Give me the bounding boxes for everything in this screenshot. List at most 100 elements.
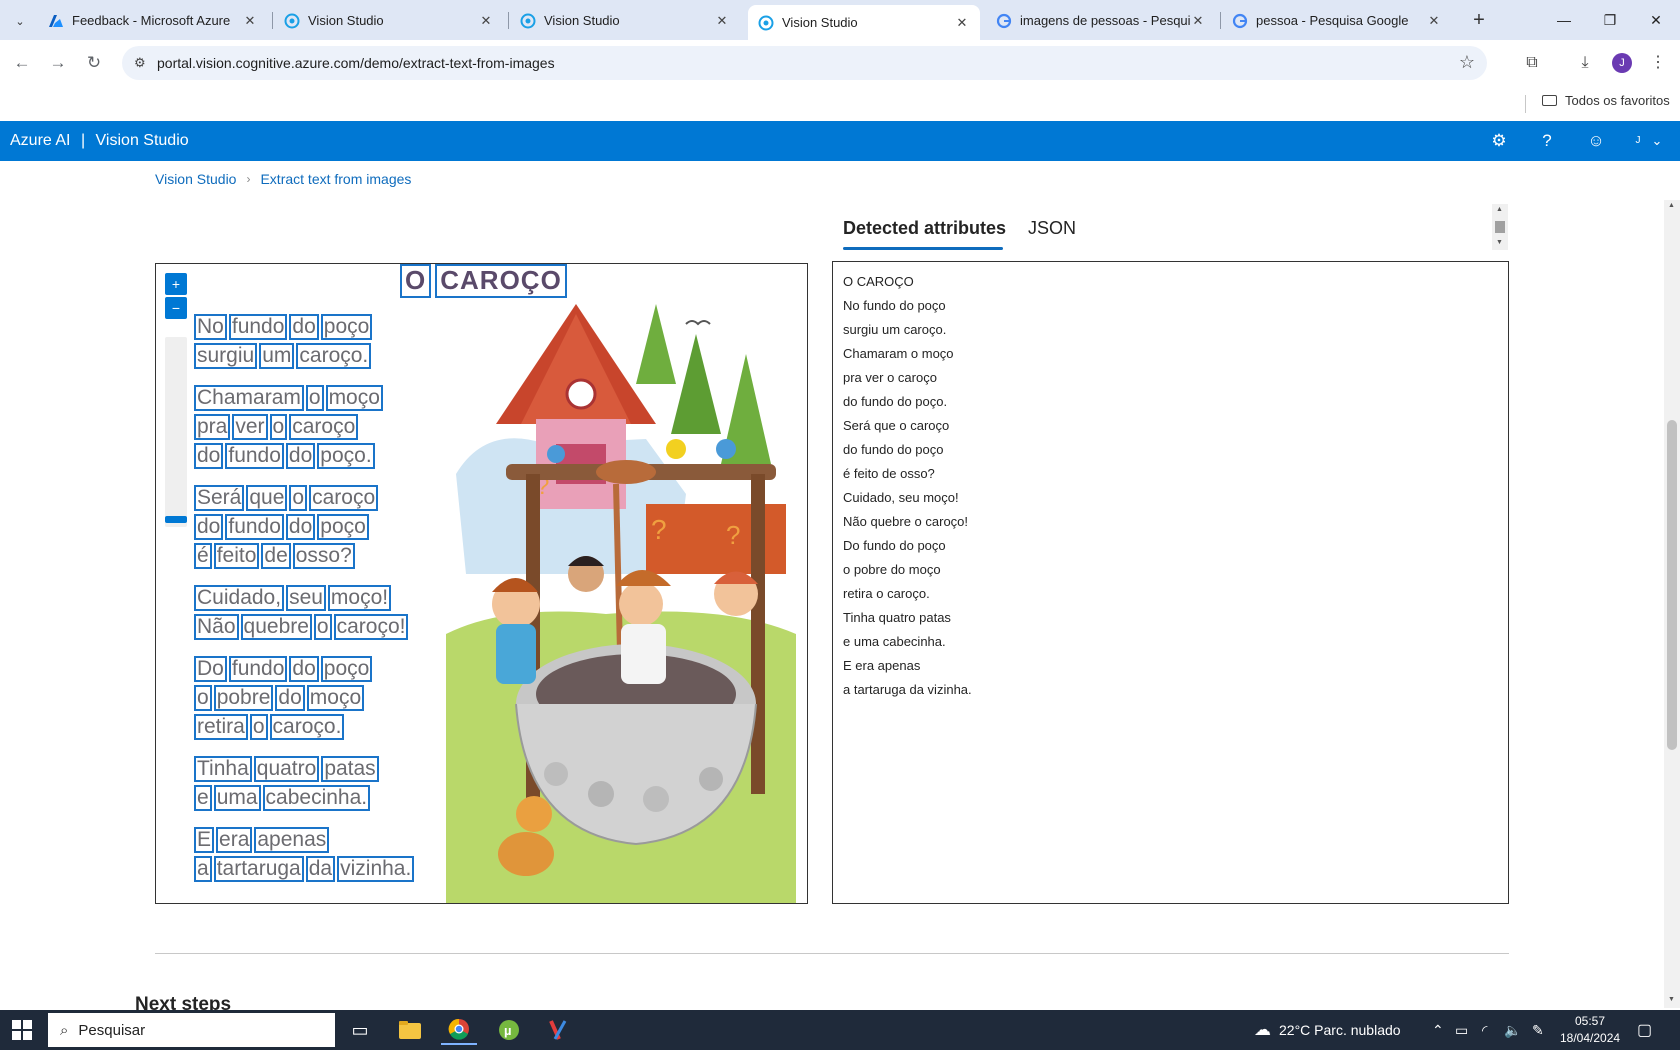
browser-tab-vision-active[interactable]: Vision Studio ✕ xyxy=(748,5,980,40)
ocr-word-box[interactable]: O xyxy=(400,264,432,298)
ocr-word-box[interactable]: apenas xyxy=(254,827,330,853)
extracted-text-line[interactable]: Chamaram o moço xyxy=(843,344,972,368)
browser-menu-icon[interactable]: ⋮ xyxy=(1646,51,1670,75)
volume-icon[interactable]: 🔈 xyxy=(1504,1010,1521,1050)
ocr-word-box[interactable]: Não xyxy=(194,614,239,640)
page-scroll-up-icon[interactable]: ▲ xyxy=(1668,202,1675,209)
scroll-up-arrow-icon[interactable]: ▲ xyxy=(1496,206,1503,213)
extracted-text-line[interactable]: Tinha quatro patas xyxy=(843,608,972,632)
browser-tab-imagens[interactable]: imagens de pessoas - Pesquisa ✕ xyxy=(986,5,1216,36)
settings-gear-icon[interactable]: ⚙ xyxy=(1488,130,1510,152)
ocr-word-box[interactable]: fundo xyxy=(228,656,288,682)
tab-search-chevron-icon[interactable]: ⌄ xyxy=(8,9,32,33)
ocr-word-box[interactable]: quatro xyxy=(253,756,320,782)
zoom-out-button[interactable]: − xyxy=(165,297,187,319)
extracted-text-line[interactable]: a tartaruga da vizinha. xyxy=(843,680,972,704)
ocr-word-box[interactable]: poço xyxy=(317,514,369,540)
ocr-word-box[interactable]: moço! xyxy=(327,585,392,611)
show-hidden-icons-chevron-icon[interactable]: ⌃ xyxy=(1432,1010,1444,1050)
extracted-text-line[interactable]: é feito de osso? xyxy=(843,464,972,488)
ocr-word-box[interactable]: vizinha. xyxy=(337,856,415,882)
ocr-word-box[interactable]: Será xyxy=(194,485,245,511)
extracted-text-line[interactable]: E era apenas xyxy=(843,656,972,680)
notification-icon[interactable]: ▢ xyxy=(1637,1020,1652,1040)
task-view-icon[interactable]: ▭ xyxy=(342,1015,378,1045)
battery-icon[interactable]: ▭ xyxy=(1455,1010,1468,1050)
ocr-word-box[interactable]: o xyxy=(249,714,268,740)
help-question-icon[interactable]: ? xyxy=(1536,130,1558,152)
page-scroll-down-icon[interactable]: ▼ xyxy=(1668,996,1675,1003)
close-tab-icon[interactable]: ✕ xyxy=(1426,13,1442,29)
app-brand[interactable]: Azure AI | Vision Studio xyxy=(10,132,189,150)
taskbar-search[interactable]: ⌕ Pesquisar xyxy=(48,1013,335,1047)
ocr-word-box[interactable]: fundo xyxy=(228,314,288,340)
profile-avatar[interactable]: J xyxy=(1612,53,1632,73)
bookmark-star-icon[interactable]: ☆ xyxy=(1459,52,1475,73)
ocr-word-box[interactable]: ver xyxy=(232,414,268,440)
ocr-word-box[interactable]: Cuidado, xyxy=(194,585,285,611)
ocr-word-box[interactable]: pra xyxy=(194,414,231,440)
extracted-text-line[interactable]: Não quebre o caroço! xyxy=(843,512,972,536)
tab-detected-attributes[interactable]: Detected attributes xyxy=(843,218,1006,239)
extracted-text-line[interactable]: retira o caroço. xyxy=(843,584,972,608)
breadcrumb-home-link[interactable]: Vision Studio xyxy=(155,171,236,187)
ocr-word-box[interactable]: retira xyxy=(194,714,248,740)
ocr-word-box[interactable]: feito xyxy=(213,543,260,569)
extracted-text-line[interactable]: o pobre do moço xyxy=(843,560,972,584)
new-tab-plus-icon[interactable]: + xyxy=(1466,8,1492,34)
ocr-word-box[interactable]: é xyxy=(194,543,212,569)
extracted-text-line[interactable]: do fundo do poço xyxy=(843,440,972,464)
ocr-word-box[interactable]: o xyxy=(289,485,308,511)
windows-start-icon[interactable] xyxy=(12,1020,32,1040)
ocr-word-box[interactable]: do xyxy=(275,685,305,711)
scroll-down-arrow-icon[interactable]: ▼ xyxy=(1496,239,1503,246)
ocr-word-box[interactable]: osso? xyxy=(292,543,355,569)
ocr-word-box[interactable]: caroço. xyxy=(296,343,372,369)
back-arrow-icon[interactable]: ← xyxy=(9,50,35,76)
page-scrollbar[interactable]: ▲ ▼ xyxy=(1664,200,1680,1008)
ocr-word-box[interactable]: Tinha xyxy=(194,756,252,782)
wifi-icon[interactable]: ◜ xyxy=(1482,1010,1487,1050)
ocr-word-box[interactable]: o xyxy=(194,685,212,711)
ocr-word-box[interactable]: que xyxy=(246,485,288,511)
ocr-word-box[interactable]: No xyxy=(194,314,227,340)
utorrent-icon[interactable]: µ xyxy=(491,1015,527,1045)
ocr-word-box[interactable]: do xyxy=(289,656,319,682)
ocr-word-box[interactable]: Chamaram xyxy=(194,385,304,411)
ocr-word-box[interactable]: moço xyxy=(325,385,383,411)
download-icon[interactable]: ⤓ xyxy=(1573,51,1597,75)
ocr-word-box[interactable]: seu xyxy=(286,585,326,611)
feedback-smiley-icon[interactable]: ☺ xyxy=(1585,130,1607,152)
ocr-word-box[interactable]: caroço! xyxy=(333,614,409,640)
ocr-word-box[interactable]: pobre xyxy=(213,685,274,711)
reload-icon[interactable]: ↻ xyxy=(81,50,107,76)
extracted-text-line[interactable]: Cuidado, seu moço! xyxy=(843,488,972,512)
taskbar-clock[interactable]: 05:57 18/04/2024 xyxy=(1560,1013,1620,1047)
ocr-word-box[interactable]: caroço xyxy=(289,414,359,440)
extracted-text-line[interactable]: Será que o caroço xyxy=(843,416,972,440)
ocr-word-box[interactable]: E xyxy=(194,827,215,853)
scroll-thumb[interactable] xyxy=(1495,221,1505,233)
ocr-word-box[interactable]: e xyxy=(194,785,212,811)
ocr-word-box[interactable]: a xyxy=(194,856,212,882)
ocr-word-box[interactable]: o xyxy=(269,414,288,440)
ocr-word-box[interactable]: Do xyxy=(194,656,227,682)
browser-tab-vision-1[interactable]: Vision Studio ✕ xyxy=(274,5,504,36)
ocr-word-box[interactable]: do xyxy=(194,443,224,469)
ocr-word-box[interactable]: o xyxy=(313,614,332,640)
extracted-text-line[interactable]: No fundo do poço xyxy=(843,296,972,320)
site-settings-icon[interactable]: ⚙ xyxy=(134,55,146,71)
chrome-icon[interactable] xyxy=(441,1015,477,1045)
close-tab-icon[interactable]: ✕ xyxy=(1190,13,1206,29)
extracted-text-line[interactable]: O CAROÇO xyxy=(843,272,972,296)
ocr-word-box[interactable]: quebre xyxy=(240,614,312,640)
ocr-word-box[interactable]: do xyxy=(289,314,319,340)
ocr-word-box[interactable]: tartaruga xyxy=(213,856,304,882)
all-bookmarks-folder[interactable]: Todos os favoritos xyxy=(1542,93,1670,108)
extracted-text-line[interactable]: pra ver o caroço xyxy=(843,368,972,392)
ocr-word-box[interactable]: uma xyxy=(213,785,261,811)
ocr-word-box[interactable]: poço xyxy=(320,656,373,682)
window-close-icon[interactable]: ✕ xyxy=(1633,0,1679,40)
close-tab-icon[interactable]: ✕ xyxy=(714,13,730,29)
extensions-puzzle-icon[interactable]: ⧉ xyxy=(1520,51,1544,75)
